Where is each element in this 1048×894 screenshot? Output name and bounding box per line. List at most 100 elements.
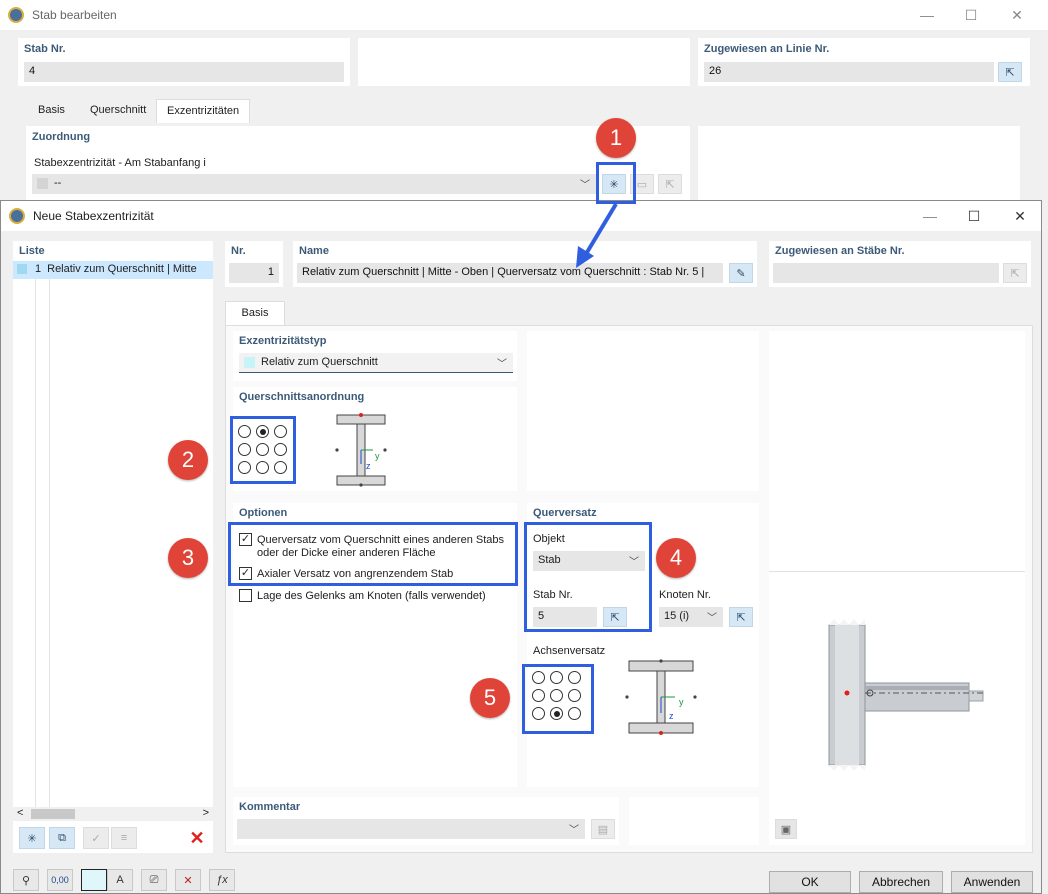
option-gelenk-label: Lage des Gelenks am Knoten (falls verwen… <box>257 590 486 602</box>
bg-zuordnung-panel: Zuordnung Stabexzentrizität - Am Stabanf… <box>26 126 690 206</box>
display-icon[interactable]: ⎚ <box>141 869 167 891</box>
name-panel: Name Relativ zum Querschnitt | Mitte - O… <box>293 241 757 287</box>
pick-icon-disabled[interactable]: ⇱ <box>658 174 682 194</box>
nr-panel: Nr. 1 <box>225 241 283 287</box>
pick-knoten-icon[interactable]: ⇱ <box>729 607 753 627</box>
dialog: Neue Stabexzentrizität — ☐ ✕ Liste 1 Rela… <box>0 200 1042 894</box>
dialog-titlebar: Neue Stabexzentrizität <box>1 201 1041 231</box>
kommentar-panel: Kommentar ﹀ ▤ <box>233 797 619 845</box>
ok-button[interactable]: OK <box>769 871 851 893</box>
bg-stabanfang-value: -- <box>54 177 62 189</box>
scroll-thumb[interactable] <box>31 809 75 819</box>
horizontal-scrollbar[interactable]: < > <box>13 807 213 821</box>
nr-field[interactable]: 1 <box>229 263 279 283</box>
app-icon <box>8 7 24 23</box>
close-icon[interactable]: ✕ <box>994 0 1040 30</box>
badge-5: 5 <box>470 678 510 718</box>
pick-icon[interactable]: ⇱ <box>1003 263 1027 283</box>
minimize-icon[interactable]: — <box>907 201 953 231</box>
qs-anordnung-label: Querschnittsanordnung <box>239 391 365 403</box>
close-icon[interactable]: ✕ <box>997 201 1043 231</box>
bg-zugewiesen-label: Zugewiesen an Linie Nr. <box>704 43 830 55</box>
bg-zuordnung-label: Zuordnung <box>32 131 91 143</box>
chevron-down-icon: ﹀ <box>707 613 717 624</box>
highlight-qs-anordnung <box>230 416 296 484</box>
color-icon[interactable] <box>81 869 107 891</box>
bg-stab-nr-label: Stab Nr. <box>24 43 66 55</box>
comment-icon[interactable]: ▤ <box>591 819 615 839</box>
name-field[interactable]: Relativ zum Querschnitt | Mitte - Oben |… <box>297 263 723 283</box>
exz-typ-label: Exzentrizitätstyp <box>239 335 327 347</box>
tree-line <box>35 279 36 809</box>
bg-stabanfang-label: Stabexzentrizität - Am Stabanfang i <box>34 157 206 169</box>
knoten-nr-label: Knoten Nr. <box>659 589 711 601</box>
view-icon[interactable]: ▣ <box>775 819 797 839</box>
list-item-text: Relativ zum Querschnitt | Mitte <box>47 263 197 275</box>
bg-window-title: Stab bearbeiten <box>32 8 117 22</box>
bg-titlebar: Stab bearbeiten <box>0 0 1048 30</box>
highlight-achsenversatz <box>522 664 594 734</box>
preview-panel: ▣ <box>769 331 1025 845</box>
list-item-nr: 1 <box>35 263 42 275</box>
text-icon[interactable]: A <box>107 869 133 891</box>
maximize-icon[interactable]: ☐ <box>948 0 994 30</box>
bg-tab-exzentrizitaeten[interactable]: Exzentrizitäten <box>156 99 251 123</box>
new-item-icon[interactable]: ✳ <box>19 827 45 849</box>
option-gelenk-checkbox[interactable] <box>239 589 252 602</box>
apply-button[interactable]: Anwenden <box>951 871 1033 893</box>
bg-empty-panel <box>358 38 690 86</box>
bg-tab-querschnitt[interactable]: Querschnitt <box>80 99 156 123</box>
formula-icon[interactable]: ƒx <box>209 869 235 891</box>
list-item[interactable]: 1 Relativ zum Querschnitt | Mitte <box>13 261 213 279</box>
chevron-down-icon: ﹀ <box>569 825 579 836</box>
pick-icon[interactable]: ⇱ <box>998 62 1022 82</box>
knoten-nr-value: 15 (i) <box>664 610 690 622</box>
kommentar-label: Kommentar <box>239 801 301 813</box>
minimize-icon[interactable]: — <box>904 0 950 30</box>
knoten-nr-select[interactable]: 15 (i) ﹀ <box>659 607 723 627</box>
highlight-objekt <box>524 522 652 632</box>
i-section-diagram <box>335 413 387 487</box>
achsenversatz-label: Achsenversatz <box>533 645 606 657</box>
tab-basis[interactable]: Basis <box>225 301 285 325</box>
cancel-button[interactable]: Abbrechen <box>859 871 943 893</box>
units-icon[interactable]: 0,00 <box>47 869 73 891</box>
app-icon <box>9 208 25 224</box>
maximize-icon[interactable]: ☐ <box>951 201 997 231</box>
bg-zugewiesen-panel: Zugewiesen an Linie Nr. 26 ⇱ <box>698 38 1030 86</box>
querversatz-label: Querversatz <box>533 507 597 519</box>
color-swatch <box>17 264 27 275</box>
axis-z-label: z <box>366 461 371 471</box>
bg-stabanfang-select[interactable]: -- ﹀ <box>32 174 596 194</box>
check-all-icon[interactable]: ✓ <box>83 827 109 849</box>
help-icon[interactable]: ⚲ <box>13 869 39 891</box>
copy-item-icon[interactable]: ⧉ <box>49 827 75 849</box>
edit-name-icon[interactable]: ✎ <box>729 263 753 283</box>
zugewiesen-label: Zugewiesen an Stäbe Nr. <box>775 245 905 257</box>
badge-4: 4 <box>656 538 696 578</box>
exz-typ-panel: Exzentrizitätstyp Relativ zum Querschnit… <box>233 331 517 381</box>
bg-window: Stab bearbeiten — ☐ ✕ Stab Nr. 4 Zugewie… <box>0 0 1048 212</box>
kommentar-select[interactable]: ﹀ <box>237 819 585 839</box>
scroll-right-icon[interactable]: > <box>203 807 209 819</box>
chevron-down-icon: ﹀ <box>580 180 590 191</box>
empty-panel-mid <box>527 331 759 491</box>
exz-typ-select[interactable]: Relativ zum Querschnitt ﹀ <box>239 353 513 373</box>
bg-tab-basis[interactable]: Basis <box>28 99 75 123</box>
delete-doc-icon[interactable]: ✕ <box>175 869 201 891</box>
chevron-down-icon: ﹀ <box>497 359 507 370</box>
zugewiesen-field[interactable] <box>773 263 999 283</box>
bg-stab-nr-field[interactable]: 4 <box>24 62 344 82</box>
bg-zugewiesen-field[interactable]: 26 <box>704 62 994 82</box>
badge-1: 1 <box>596 118 636 158</box>
tree-line <box>49 279 50 809</box>
preview-3d-image <box>828 619 984 771</box>
uncheck-icon[interactable]: ≡ <box>111 827 137 849</box>
bg-right-panel <box>698 126 1020 206</box>
dialog-title: Neue Stabexzentrizität <box>33 209 154 223</box>
color-swatch <box>244 356 255 368</box>
delete-icon[interactable]: ✕ <box>185 827 209 849</box>
scroll-left-icon[interactable]: < <box>17 807 23 819</box>
liste-label: Liste <box>19 245 45 257</box>
highlight-options <box>228 522 518 586</box>
